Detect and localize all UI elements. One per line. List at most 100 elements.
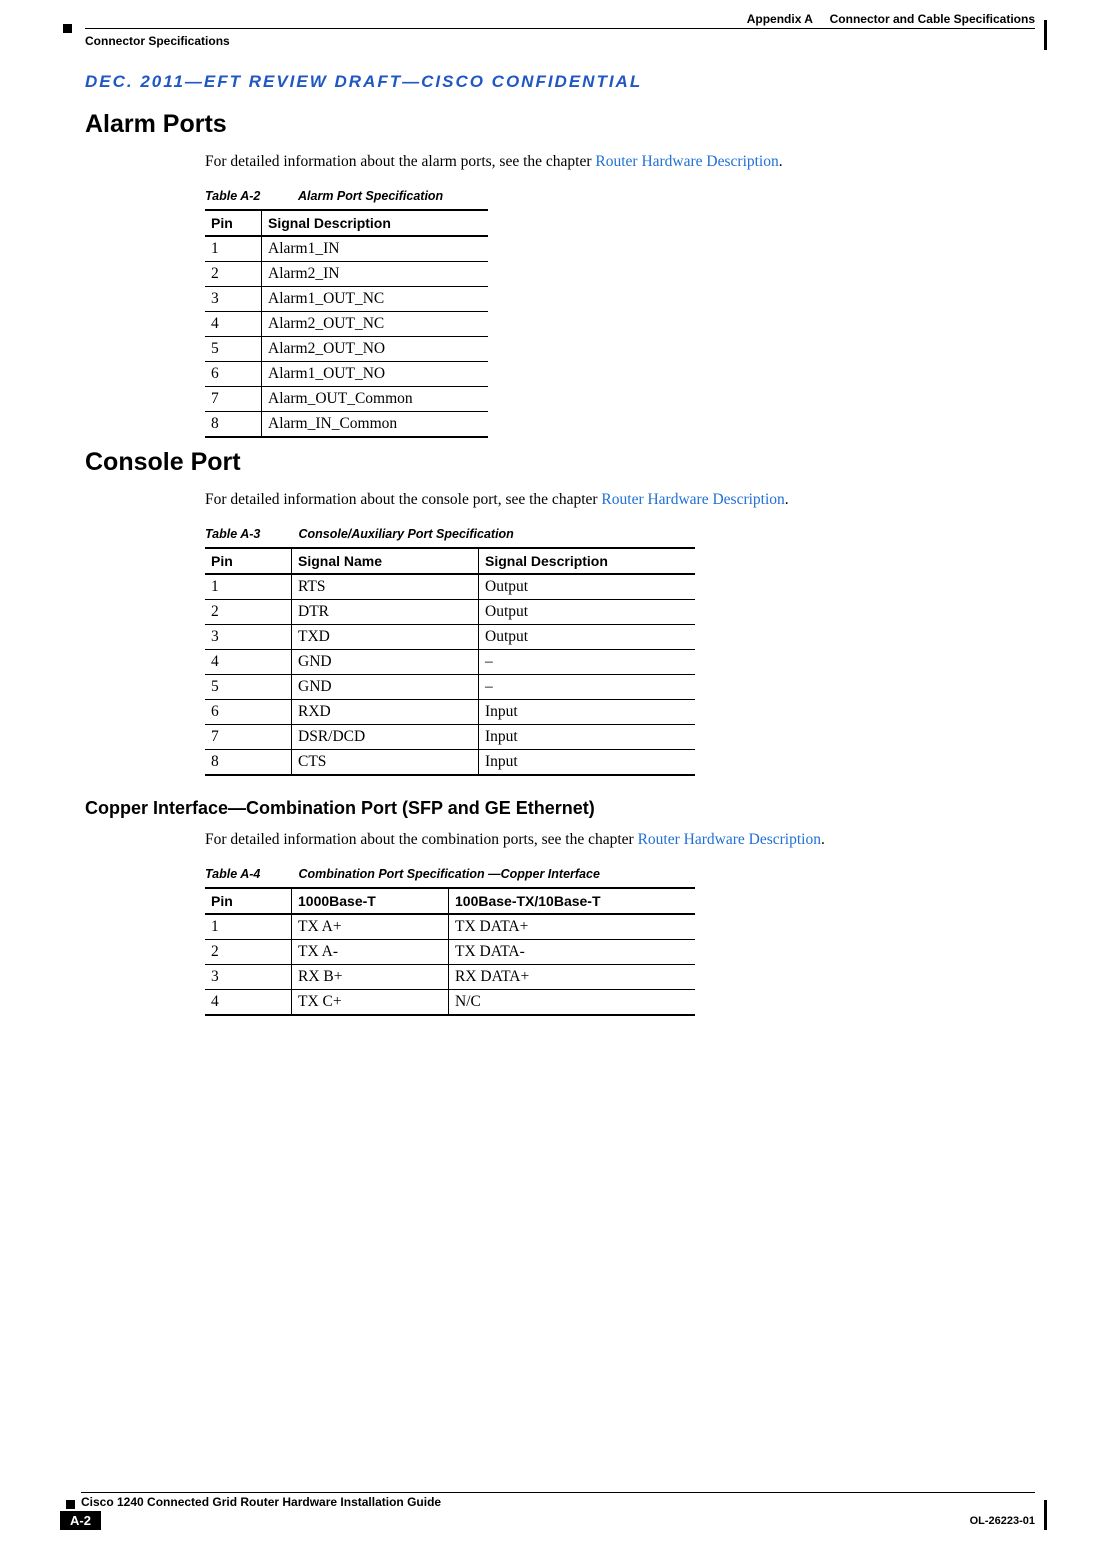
- cell-c1: TX C+: [292, 990, 449, 1016]
- intro-text-suffix: .: [779, 153, 783, 170]
- doc-id: OL-26223-01: [970, 1515, 1035, 1527]
- cell-pin: 7: [205, 387, 262, 412]
- page-header: Appendix A Connector and Cable Specifica…: [85, 20, 1035, 46]
- cell-pin: 4: [205, 312, 262, 337]
- cell-pin: 3: [205, 287, 262, 312]
- table-console-port-spec: Pin Signal Name Signal Description 1RTSO…: [205, 547, 695, 776]
- header-ornament-vline: [1044, 20, 1047, 50]
- cell-desc: Input: [479, 725, 696, 750]
- confidential-banner: DEC. 2011—EFT REVIEW DRAFT—CISCO CONFIDE…: [85, 72, 1035, 92]
- link-router-hardware-description[interactable]: Router Hardware Description: [601, 491, 784, 508]
- cell-desc: Input: [479, 750, 696, 776]
- table-caption-a2: Table A-2 Alarm Port Specification: [205, 189, 1035, 203]
- table-row: 7Alarm_OUT_Common: [205, 387, 488, 412]
- cell-name: RTS: [292, 574, 479, 600]
- intro-text: For detailed information about the combi…: [205, 831, 638, 848]
- intro-copper-interface: For detailed information about the combi…: [205, 831, 1035, 849]
- cell-desc: Alarm1_IN: [262, 236, 489, 262]
- link-router-hardware-description[interactable]: Router Hardware Description: [638, 831, 821, 848]
- table-row: 4GND–: [205, 650, 695, 675]
- table-label: Table A-2: [205, 189, 295, 203]
- appendix-label: Appendix A: [747, 12, 813, 26]
- cell-desc: Input: [479, 700, 696, 725]
- cell-desc: Alarm_IN_Common: [262, 412, 489, 438]
- cell-pin: 6: [205, 700, 292, 725]
- cell-desc: –: [479, 675, 696, 700]
- cell-c1: TX A+: [292, 914, 449, 940]
- col-pin: Pin: [205, 210, 262, 236]
- cell-pin: 6: [205, 362, 262, 387]
- table-row: 3TXDOutput: [205, 625, 695, 650]
- table-label: Table A-3: [205, 527, 295, 541]
- cell-pin: 1: [205, 574, 292, 600]
- cell-desc: Alarm1_OUT_NC: [262, 287, 489, 312]
- header-ornament-box: [63, 24, 72, 33]
- table-row: 1RTSOutput: [205, 574, 695, 600]
- cell-pin: 2: [205, 940, 292, 965]
- table-row: 6Alarm1_OUT_NO: [205, 362, 488, 387]
- table-row: 4TX C+N/C: [205, 990, 695, 1016]
- table-combination-port-spec: Pin 1000Base-T 100Base-TX/10Base-T 1TX A…: [205, 887, 695, 1016]
- cell-desc: –: [479, 650, 696, 675]
- cell-desc: Alarm_OUT_Common: [262, 387, 489, 412]
- footer-ornament-vline: [1044, 1500, 1047, 1530]
- cell-desc: Output: [479, 625, 696, 650]
- col-1000base-t: 1000Base-T: [292, 888, 449, 914]
- table-caption-a3: Table A-3 Console/Auxiliary Port Specifi…: [205, 527, 1035, 541]
- heading-alarm-ports: Alarm Ports: [85, 110, 1035, 139]
- table-row: 3RX B+RX DATA+: [205, 965, 695, 990]
- cell-name: GND: [292, 675, 479, 700]
- cell-pin: 2: [205, 600, 292, 625]
- cell-pin: 5: [205, 675, 292, 700]
- cell-name: DSR/DCD: [292, 725, 479, 750]
- cell-pin: 4: [205, 650, 292, 675]
- table-row: 2DTROutput: [205, 600, 695, 625]
- cell-pin: 3: [205, 965, 292, 990]
- intro-text: For detailed information about the alarm…: [205, 153, 595, 170]
- cell-name: RXD: [292, 700, 479, 725]
- chapter-title: Connector and Cable Specifications: [830, 12, 1035, 26]
- col-pin: Pin: [205, 888, 292, 914]
- cell-desc: Output: [479, 574, 696, 600]
- table-row: 5GND–: [205, 675, 695, 700]
- table-row: 6RXDInput: [205, 700, 695, 725]
- cell-c2: N/C: [449, 990, 696, 1016]
- table-row: 3Alarm1_OUT_NC: [205, 287, 488, 312]
- table-row: 1Alarm1_IN: [205, 236, 488, 262]
- cell-name: TXD: [292, 625, 479, 650]
- cell-pin: 4: [205, 990, 292, 1016]
- cell-desc: Output: [479, 600, 696, 625]
- cell-pin: 3: [205, 625, 292, 650]
- cell-c2: RX DATA+: [449, 965, 696, 990]
- page-number: A-2: [60, 1511, 101, 1530]
- table-row: 5Alarm2_OUT_NO: [205, 337, 488, 362]
- table-alarm-port-spec: Pin Signal Description 1Alarm1_IN 2Alarm…: [205, 209, 488, 438]
- col-signal-description: Signal Description: [479, 548, 696, 574]
- cell-name: DTR: [292, 600, 479, 625]
- table-title: Alarm Port Specification: [298, 189, 443, 203]
- cell-pin: 8: [205, 412, 262, 438]
- cell-desc: Alarm2_IN: [262, 262, 489, 287]
- cell-desc: Alarm1_OUT_NO: [262, 362, 489, 387]
- cell-name: GND: [292, 650, 479, 675]
- table-label: Table A-4: [205, 867, 295, 881]
- intro-text: For detailed information about the conso…: [205, 491, 601, 508]
- book-title: Cisco 1240 Connected Grid Router Hardwar…: [81, 1495, 1035, 1509]
- link-router-hardware-description[interactable]: Router Hardware Description: [595, 153, 778, 170]
- cell-pin: 1: [205, 914, 292, 940]
- section-label: Connector Specifications: [85, 34, 236, 48]
- cell-name: CTS: [292, 750, 479, 776]
- intro-alarm-ports: For detailed information about the alarm…: [205, 153, 1035, 171]
- cell-pin: 5: [205, 337, 262, 362]
- intro-text-suffix: .: [785, 491, 789, 508]
- heading-copper-interface: Copper Interface—Combination Port (SFP a…: [85, 798, 1035, 819]
- cell-c1: TX A-: [292, 940, 449, 965]
- table-row: 8CTSInput: [205, 750, 695, 776]
- cell-pin: 1: [205, 236, 262, 262]
- table-title: Console/Auxiliary Port Specification: [298, 527, 513, 541]
- table-row: 2Alarm2_IN: [205, 262, 488, 287]
- cell-pin: 7: [205, 725, 292, 750]
- table-row: 7DSR/DCDInput: [205, 725, 695, 750]
- col-100base-tx: 100Base-TX/10Base-T: [449, 888, 696, 914]
- footer-ornament-box: [66, 1500, 75, 1509]
